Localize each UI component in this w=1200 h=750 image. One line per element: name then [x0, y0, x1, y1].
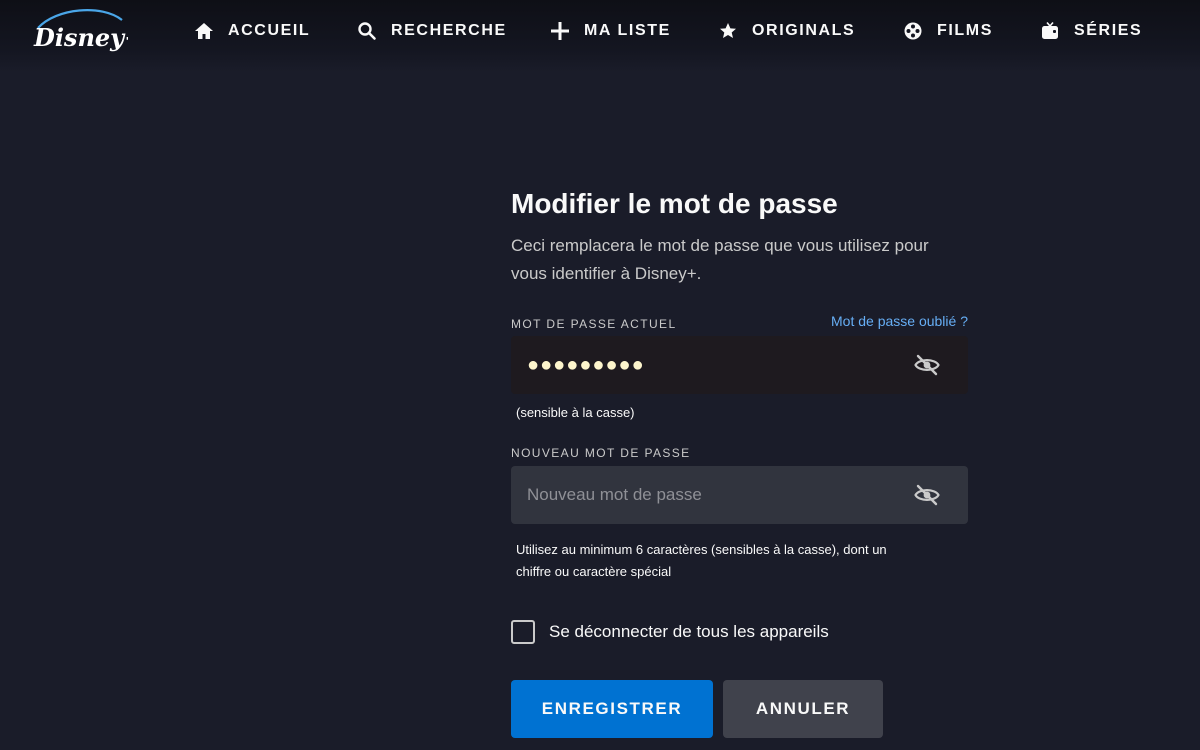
logout-all-devices-option[interactable]: Se déconnecter de tous les appareils [511, 620, 829, 644]
current-password-field[interactable]: ●●●●●●●●● [511, 336, 968, 394]
new-password-hint-line-2: chiffre ou caractère spécial [516, 564, 672, 579]
logout-all-checkbox[interactable] [511, 620, 535, 644]
new-password-hint-line-1: Utilisez au minimum 6 caractères (sensib… [516, 542, 887, 557]
disney-plus-logo[interactable]: Disney+ [32, 6, 128, 58]
search-icon [358, 22, 376, 40]
nav-label: SÉRIES [1074, 22, 1143, 39]
logout-all-label: Se déconnecter de tous les appareils [549, 622, 829, 641]
new-password-hint: Utilisez au minimum 6 caractères (sensib… [516, 539, 887, 583]
logo-text: Disney+ [33, 23, 128, 52]
nav-label: ACCUEIL [228, 22, 311, 39]
save-button[interactable]: ENREGISTRER [511, 680, 713, 738]
form-fields: MOT DE PASSE ACTUEL Mot de passe oublié … [511, 0, 968, 750]
nav-item-accueil[interactable]: ACCUEIL [194, 20, 310, 42]
new-password-placeholder: Nouveau mot de passe [527, 485, 702, 504]
hide-password-icon[interactable] [914, 354, 940, 376]
current-password-label: MOT DE PASSE ACTUEL [511, 317, 677, 331]
hide-password-icon[interactable] [914, 484, 940, 506]
tv-icon [1042, 21, 1058, 39]
nav-label: RECHERCHE [391, 22, 507, 39]
current-password-hint: (sensible à la casse) [516, 405, 635, 420]
new-password-label: NOUVEAU MOT DE PASSE [511, 446, 691, 460]
nav-item-series[interactable]: SÉRIES [1040, 20, 1142, 42]
forgot-password-link[interactable]: Mot de passe oublié ? [831, 313, 968, 329]
current-password-value: ●●●●●●●●● [527, 353, 645, 376]
new-password-field[interactable]: Nouveau mot de passe [511, 466, 968, 524]
nav-item-recherche[interactable]: RECHERCHE [357, 20, 507, 42]
cancel-button[interactable]: ANNULER [723, 680, 883, 738]
home-icon [195, 23, 213, 39]
